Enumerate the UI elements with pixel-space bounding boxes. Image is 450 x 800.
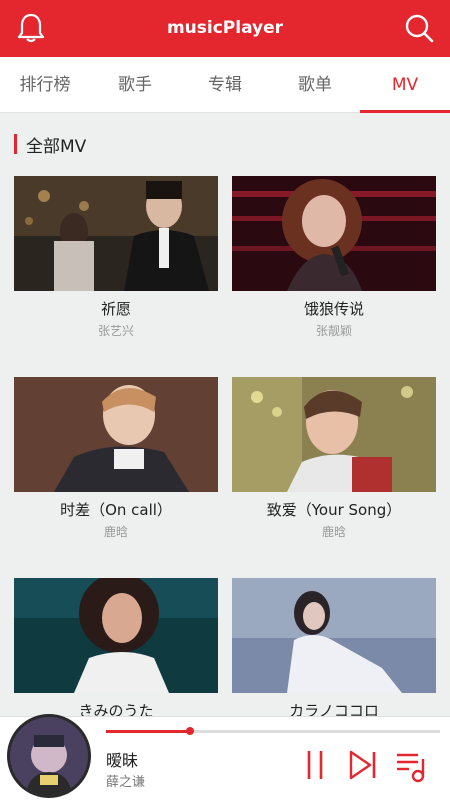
mv-card[interactable]: 饿狼传说 张靓颖 [232,176,436,356]
mv-title: 饿狼传说 [303,300,364,318]
mv-title: 致爱（Your Song） [266,501,402,519]
mv-title: 时差（On call） [60,501,172,519]
tab-singers[interactable]: 歌手 [90,57,180,112]
mini-player: 暧昧 薛之谦 [0,714,450,800]
tab-charts[interactable]: 排行榜 [0,57,90,112]
mv-artist: 鹿晗 [103,525,128,539]
mv-thumbnail[interactable] [14,578,218,693]
mv-thumbnail[interactable] [232,377,436,492]
now-playing-artist: 薛之谦 [106,775,146,790]
progress-fill [106,730,190,733]
category-tabs: 排行榜 歌手 专辑 歌单 MV [0,57,450,113]
app-title: musicPlayer [166,18,284,38]
mv-thumbnail[interactable] [14,176,218,291]
pause-icon[interactable] [298,747,332,783]
next-icon[interactable] [346,747,380,783]
album-cover[interactable] [7,714,91,798]
search-icon[interactable] [404,12,434,44]
now-playing-title: 暧昧 [106,751,139,770]
mv-thumbnail[interactable] [232,176,436,291]
mv-card[interactable]: 祈愿 张艺兴 [14,176,218,356]
mv-title: 祈愿 [100,300,131,318]
tab-mv[interactable]: MV [360,57,450,113]
mv-thumbnail[interactable] [232,578,436,693]
tab-playlists[interactable]: 歌单 [270,57,360,112]
section-title: 全部MV [26,136,87,157]
progress-bar[interactable] [106,727,440,735]
mv-card[interactable]: 致爱（Your Song） 鹿晗 [232,377,436,557]
section-accent-bar [14,134,17,154]
mv-artist: 张艺兴 [97,324,134,338]
section-header: 全部MV [14,133,87,157]
tab-albums[interactable]: 专辑 [180,57,270,112]
top-bar: musicPlayer [0,0,450,57]
mv-thumbnail[interactable] [14,377,218,492]
mv-artist: 鹿晗 [321,525,346,539]
mv-card[interactable]: 时差（On call） 鹿晗 [14,377,218,557]
progress-knob[interactable] [185,727,194,735]
playlist-icon[interactable] [394,747,428,783]
mv-artist: 张靓颖 [315,324,352,338]
